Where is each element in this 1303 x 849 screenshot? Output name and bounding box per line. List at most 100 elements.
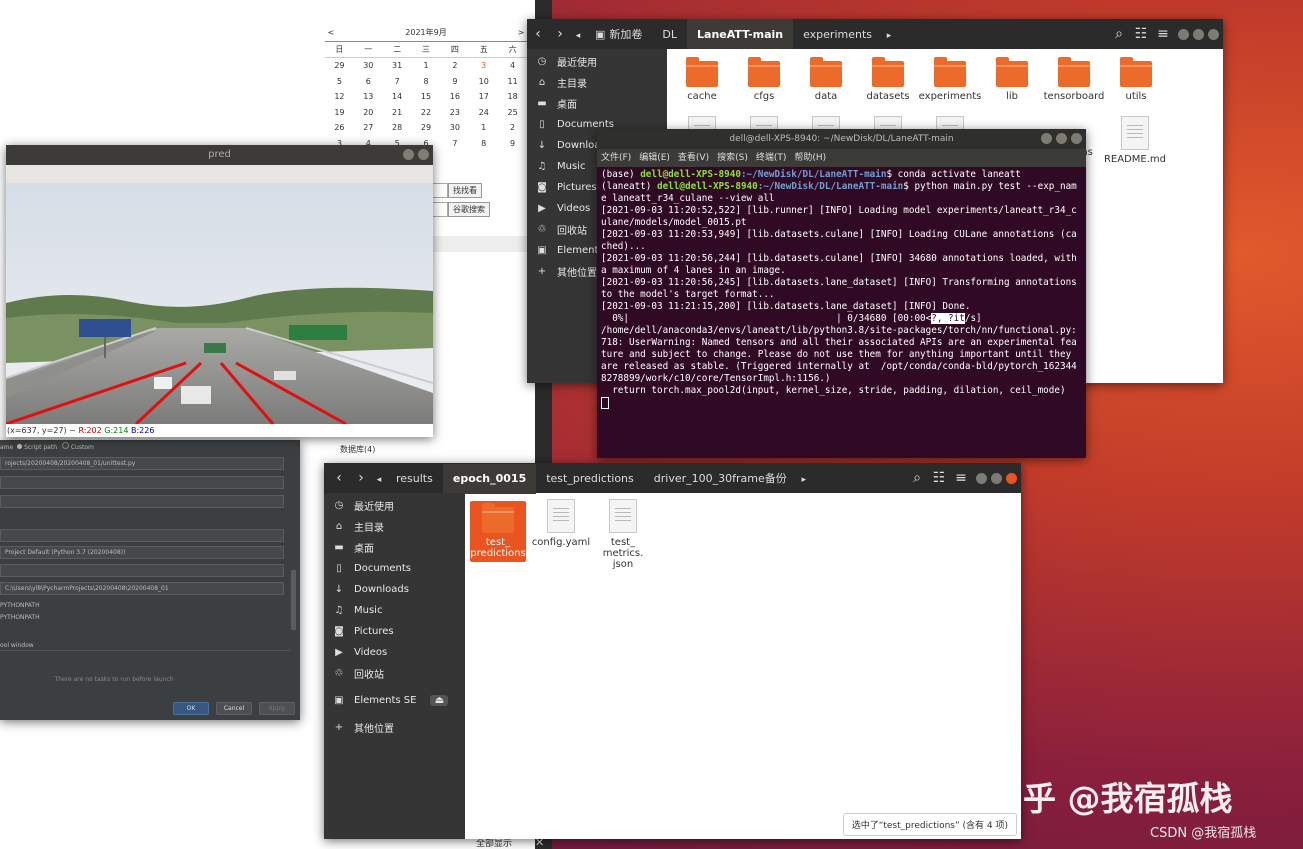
file-item-partial[interactable] [670, 116, 734, 130]
calendar-day[interactable]: 4 [498, 61, 527, 70]
folder-lib[interactable]: lib [980, 57, 1044, 102]
calendar-day[interactable]: 30 [354, 61, 383, 70]
calendar-day[interactable]: 21 [383, 108, 412, 117]
sidebar-item-home[interactable]: ⌂ 主目录 [324, 516, 465, 537]
sidebar-item-other[interactable]: + 其他位置 [324, 717, 465, 738]
calendar-day[interactable]: 3 [469, 61, 498, 70]
forward-button[interactable]: › [549, 22, 571, 46]
forward-button[interactable]: › [350, 466, 372, 490]
view-toggle-icon[interactable]: ☷ [1130, 22, 1152, 46]
sidebar-item-documents[interactable]: ▯ Documents [324, 558, 465, 579]
terminal-menu-item[interactable]: 文件(F) [601, 153, 631, 163]
script-path-field[interactable]: rojects/20200408/20200408_01/unittest.py [0, 457, 284, 470]
folder-experiments[interactable]: experiments [918, 57, 982, 102]
calendar-day[interactable]: 2 [498, 123, 527, 132]
calendar-day[interactable]: 1 [412, 61, 441, 70]
calendar-next-button[interactable]: > [515, 28, 527, 37]
maximize-icon[interactable] [1193, 28, 1204, 40]
calendar-prev-button[interactable]: < [325, 28, 337, 37]
calendar-day[interactable]: 29 [325, 61, 354, 70]
search-box-2[interactable] [432, 202, 448, 217]
file-test-predictions[interactable]: test_ predictions [470, 501, 526, 562]
file-item-partial[interactable] [918, 116, 982, 130]
radio-custom-icon[interactable] [61, 442, 69, 449]
pythonpath-checkbox-1[interactable]: PYTHONPATH [0, 602, 40, 609]
calendar-day[interactable]: 16 [440, 92, 469, 101]
calendar-day[interactable]: 7 [383, 77, 412, 86]
calendar-day[interactable]: 18 [498, 92, 527, 101]
minimize-icon[interactable] [1041, 133, 1052, 144]
calendar-day[interactable]: 14 [383, 92, 412, 101]
file-test-metrics[interactable]: test_ metrics. json [591, 499, 655, 570]
working-dir-empty-field[interactable] [0, 564, 284, 577]
radio-script-icon[interactable] [17, 444, 23, 449]
file-readme[interactable]: README.md [1103, 116, 1167, 165]
close-icon[interactable] [1006, 472, 1017, 484]
back-button[interactable]: ‹ [328, 466, 350, 490]
calendar-day[interactable]: 27 [354, 123, 383, 132]
sidebar-item-elements[interactable]: ▣ Elements SE ⏏ [324, 690, 465, 711]
calendar-day[interactable]: 6 [354, 77, 383, 86]
minimize-icon[interactable] [403, 148, 414, 160]
env-field[interactable] [0, 495, 284, 508]
calendar-day[interactable]: 23 [440, 108, 469, 117]
crumb-right-icon[interactable]: ▸ [797, 468, 811, 492]
working-dir-field[interactable]: C:\Users\yl8\PycharmProjects\20200408\20… [0, 582, 284, 595]
calendar-day[interactable]: 9 [498, 139, 527, 148]
scrollbar[interactable] [291, 570, 296, 630]
calendar-day[interactable]: 31 [383, 61, 412, 70]
crumb-dl[interactable]: DL [652, 19, 687, 49]
calendar-day[interactable]: 19 [325, 108, 354, 117]
folder-data[interactable]: data [794, 57, 858, 102]
sidebar-item-videos[interactable]: ▶ Videos [324, 642, 465, 663]
calendar-day[interactable]: 8 [469, 139, 498, 148]
eject-icon[interactable]: ⏏ [430, 695, 449, 706]
crumb-experiments[interactable]: experiments [793, 19, 882, 49]
calendar-day[interactable]: 13 [354, 92, 383, 101]
maximize-icon[interactable] [991, 472, 1002, 484]
calendar-day[interactable]: 5 [325, 77, 354, 86]
folder-utils[interactable]: utils [1104, 57, 1168, 102]
search-icon[interactable]: ⌕ [906, 466, 928, 490]
crumb-left-icon[interactable]: ◂ [571, 24, 585, 48]
db-link[interactable]: 数据库(4) [340, 444, 375, 455]
parameters-field[interactable] [0, 476, 284, 489]
calendar-day[interactable]: 30 [440, 123, 469, 132]
calendar-day[interactable]: 22 [412, 108, 441, 117]
file-item-partial[interactable] [732, 116, 796, 130]
crumb-test-predictions[interactable]: test_predictions [536, 464, 644, 494]
calendar-day[interactable]: 17 [469, 92, 498, 101]
calendar-day[interactable]: 7 [440, 139, 469, 148]
calendar-day[interactable]: 2 [440, 61, 469, 70]
sidebar-item-downloads[interactable]: ↓ Downloads [324, 579, 465, 600]
maximize-icon[interactable] [1056, 133, 1067, 144]
sidebar-item-desktop[interactable]: ▬ 桌面 [527, 93, 667, 114]
sidebar-item-trash[interactable]: ♲ 回收站 [324, 663, 465, 684]
terminal-menu-item[interactable]: 帮助(H) [794, 153, 826, 163]
folder-cfgs[interactable]: cfgs [732, 57, 796, 102]
close-icon[interactable] [1208, 28, 1219, 40]
search-icon[interactable]: ⌕ [1108, 22, 1130, 46]
crumb-results[interactable]: results [386, 464, 443, 494]
calendar-day[interactable]: 28 [383, 123, 412, 132]
terminal-output[interactable]: (base) dell@dell-XPS-8940:~/NewDisk/DL/L… [597, 167, 1086, 415]
calendar-day[interactable]: 20 [354, 108, 383, 117]
sidebar-item-recent[interactable]: ◷ 最近使用 [324, 495, 465, 516]
interpreter-select[interactable]: Project Default (Python 3.7 (20200408)) [0, 546, 284, 559]
folder-tensorboard[interactable]: tensorboard [1042, 57, 1106, 102]
search-button-2[interactable]: 谷歌搜索 [448, 202, 490, 217]
terminal-menu-item[interactable]: 终端(T) [756, 153, 787, 163]
apply-button[interactable]: Apply [259, 702, 295, 715]
crumb-epoch[interactable]: epoch_0015 [442, 463, 537, 494]
interpreter-options-field[interactable] [0, 529, 284, 542]
sidebar-item-home[interactable]: ⌂ 主目录 [527, 72, 667, 93]
close-icon[interactable] [418, 148, 429, 160]
crumb-left-icon[interactable]: ◂ [372, 468, 386, 492]
calendar-day[interactable]: 1 [469, 123, 498, 132]
calendar-day[interactable]: 24 [469, 108, 498, 117]
minimize-icon[interactable] [976, 472, 987, 484]
calendar-day[interactable]: 12 [325, 92, 354, 101]
file-item-partial[interactable] [856, 116, 920, 130]
calendar-day[interactable]: 26 [325, 123, 354, 132]
calendar-day[interactable]: 11 [498, 77, 527, 86]
